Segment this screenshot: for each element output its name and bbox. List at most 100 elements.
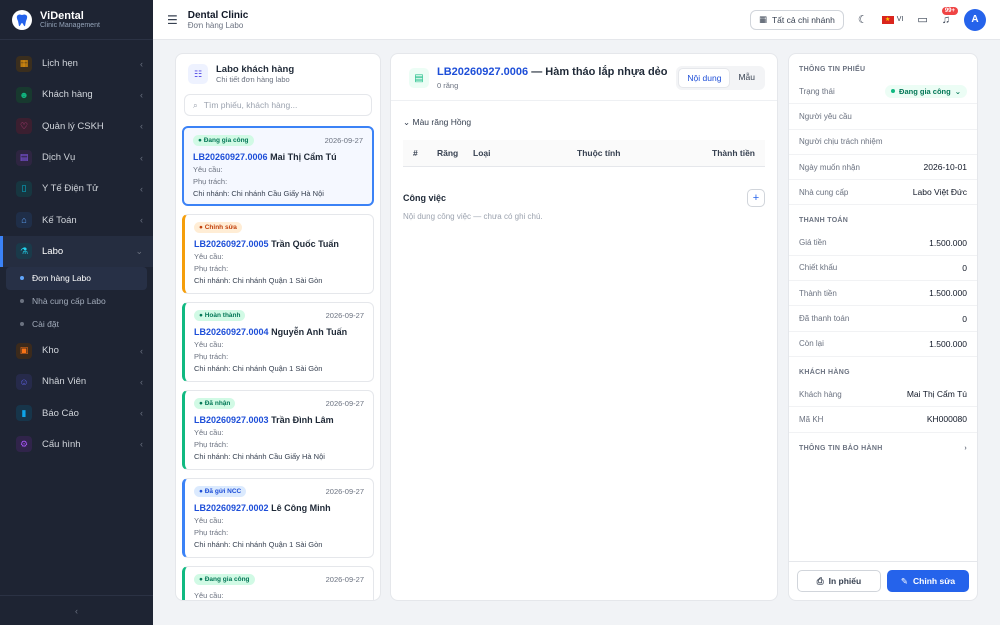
users-icon: ☻ — [16, 86, 32, 103]
moon-icon[interactable]: ☾ — [858, 13, 868, 26]
chevron-left-icon: ‹ — [140, 376, 143, 387]
main-menu: ▦ Lịch hẹn ‹ ☻ Khách hàng ‹ ♡ Quản lý CSKH ‹ ▤… — [0, 40, 153, 460]
heart-icon: ♡ — [16, 118, 32, 135]
service-icon: ▤ — [16, 149, 32, 166]
warranty-toggle[interactable]: THÔNG TIN BẢO HÀNH › — [789, 433, 977, 458]
menu-item-warehouse[interactable]: ▣ Kho ‹ — [0, 335, 153, 366]
order-code-line: LB20260927.0006 Mai Thị Cẩm Tú — [193, 152, 363, 162]
tooth-shade[interactable]: ⌄ Màu răng Hồng — [391, 101, 777, 128]
price-label: Giá tiền — [799, 238, 827, 248]
order-card[interactable]: ● Đang gia công2026-09-27 Yêu cầu:Phụ tr… — [182, 566, 374, 600]
chevron-right-icon: › — [964, 444, 967, 452]
submenu-labo-suppliers[interactable]: Nhà cung cấp Labo — [0, 290, 153, 313]
message-icon[interactable]: ▭ — [917, 13, 927, 26]
branch-line: Chi nhánh: Chi nhánh Quận 1 Sài Gòn — [194, 364, 364, 373]
medical-file-icon: ▯ — [16, 180, 32, 197]
requester-line: Yêu cầu: — [194, 340, 224, 349]
edit-button[interactable]: ✎ Chỉnh sửa — [887, 570, 969, 592]
menu-item-accounting[interactable]: ⌂ Kế Toán ‹ — [0, 204, 153, 235]
paid-label: Đã thanh toán — [799, 314, 850, 324]
tab-template[interactable]: Mẫu — [730, 68, 763, 88]
order-code: LB20260927.0006 — [193, 152, 268, 162]
chevron-left-icon: ‹ — [140, 345, 143, 356]
group-warranty: THÔNG TIN BẢO HÀNH — [799, 444, 883, 452]
requester-line: Yêu cầu: — [193, 165, 223, 174]
order-card[interactable]: ● Hoàn thành 2026-09-27 LB20260927.0004 Ng… — [182, 302, 374, 382]
discount-value: 0 — [962, 262, 967, 273]
group-payment: THANH TOÁN — [799, 217, 849, 225]
menu-icon[interactable]: ☰ — [167, 13, 178, 27]
menu-item-staff[interactable]: ☺ Nhân Viên ‹ — [0, 366, 153, 397]
menu-item-labo[interactable]: ⚗ Labo ⌄ — [0, 235, 153, 268]
language-selector[interactable]: ★ VI — [881, 15, 904, 24]
status-badge[interactable]: Đang gia công ⌄ — [885, 84, 967, 98]
total-label: Thành tiền — [799, 288, 837, 298]
order-code: LB20260927.0003 — [194, 415, 269, 425]
menu-item-appointments[interactable]: ▦ Lịch hẹn ‹ — [0, 48, 153, 79]
menu-item-reports[interactable]: ▮ Báo Cáo ‹ — [0, 397, 153, 428]
bullet-icon — [20, 321, 24, 326]
submenu-labo-settings[interactable]: Cài đặt — [0, 312, 153, 335]
teeth-table-header: # Răng Loại Thuộc tính Thành tiền — [403, 140, 765, 167]
avatar[interactable]: A — [964, 8, 986, 31]
status-tag: ● Hoàn thành — [194, 310, 246, 321]
order-date: 2026-09-27 — [325, 487, 364, 496]
archive-icon: ▤ — [409, 68, 429, 88]
brand-tagline: Clinic Management — [40, 22, 100, 29]
search-input[interactable]: ⌕ Tìm phiếu, khách hàng... — [184, 94, 372, 116]
pencil-icon: ✎ — [900, 575, 909, 586]
wanted-date-value: 2026-10-01 — [923, 162, 967, 173]
printer-icon: ⎙ — [816, 575, 824, 586]
language-label: VI — [896, 16, 904, 23]
topbar: ☰ Dental Clinic Đơn hàng Labo ▦ Tất cả ch… — [153, 0, 1000, 40]
menu-label: Khách hàng — [42, 89, 93, 101]
order-card[interactable]: ● Đang gia công 2026-09-27 LB20260927.0006… — [182, 126, 374, 206]
order-date: 2026-09-27 — [324, 136, 363, 145]
order-date: 2026-09-27 — [325, 575, 364, 584]
collapse-sidebar-button[interactable]: ‹ — [0, 595, 153, 625]
col-index: # — [413, 148, 418, 158]
work-empty: Nội dung công việc — chưa có ghi chú. — [403, 212, 543, 221]
status-tag: ● Chỉnh sửa — [194, 222, 242, 233]
chevron-left-icon: ‹ — [140, 439, 143, 450]
order-card[interactable]: ● Đã gửi NCC 2026-09-27 LB20260927.0002 Lê… — [182, 478, 374, 558]
order-detail-panel: ▤ LB20260927.0006 — Hàm tháo lắp nhựa dẻ… — [390, 53, 778, 601]
order-code: LB20260927.0005 — [194, 239, 269, 249]
submenu-label: Đơn hàng Labo — [32, 273, 91, 284]
submenu-labo-orders[interactable]: Đơn hàng Labo — [6, 267, 147, 290]
menu-item-services[interactable]: ▤ Dịch Vụ ‹ — [0, 142, 153, 173]
menu-label: Báo Cáo — [42, 407, 79, 419]
page-title: Dental Clinic — [187, 9, 249, 21]
order-code: LB20260927.0002 — [194, 503, 269, 513]
menu-item-cskh[interactable]: ♡ Quản lý CSKH ‹ — [0, 111, 153, 142]
order-date: 2026-09-27 — [325, 311, 364, 320]
order-date: 2026-09-27 — [325, 399, 364, 408]
menu-item-emr[interactable]: ▯ Y Tế Điện Tử ‹ — [0, 173, 153, 204]
bell-icon[interactable]: ♫ 99+ — [942, 6, 958, 26]
add-work-button[interactable]: + — [747, 189, 765, 207]
chevron-icon: ⌄ — [403, 117, 411, 127]
responsible-line: Phụ trách: — [193, 177, 228, 186]
page-subtitle: Đơn hàng Labo — [187, 20, 244, 30]
col-tooth: Răng — [437, 148, 459, 158]
menu-item-config[interactable]: ⚙ Cấu hình ‹ — [0, 429, 153, 460]
labo-users-icon: ☷ — [188, 64, 208, 84]
branch-selector[interactable]: ▦ Tất cả chi nhánh — [749, 9, 844, 30]
price-value: 1.500.000 — [929, 237, 967, 248]
teeth-count: 0 răng — [437, 81, 459, 90]
branch-label: Chi nhánh: — [194, 452, 231, 461]
order-card[interactable]: ● Chỉnh sửa LB20260927.0005 Trần Quốc Tuấ… — [182, 214, 374, 294]
menu-label: Lịch hẹn — [42, 58, 78, 70]
order-code: LB20260927.0006 — [437, 66, 529, 78]
branch-label: Chi nhánh: — [193, 189, 230, 198]
supplier-value: Labo Việt Đức — [912, 187, 967, 198]
print-button[interactable]: ⎙ In phiếu — [797, 570, 881, 592]
order-card[interactable]: ● Đã nhận 2026-09-27 LB20260927.0003 Trần … — [182, 390, 374, 470]
tab-content[interactable]: Nội dung — [678, 68, 731, 88]
menu-item-customers[interactable]: ☻ Khách hàng ‹ — [0, 79, 153, 110]
brand[interactable]: ViDental Clinic Management — [0, 0, 153, 40]
col-amount: Thành tiền — [712, 148, 755, 158]
customer-label: Khách hàng — [799, 389, 842, 399]
responsible-label: Người chịu trách nhiệm — [799, 137, 883, 147]
requester-label: Người yêu cầu — [799, 111, 852, 121]
